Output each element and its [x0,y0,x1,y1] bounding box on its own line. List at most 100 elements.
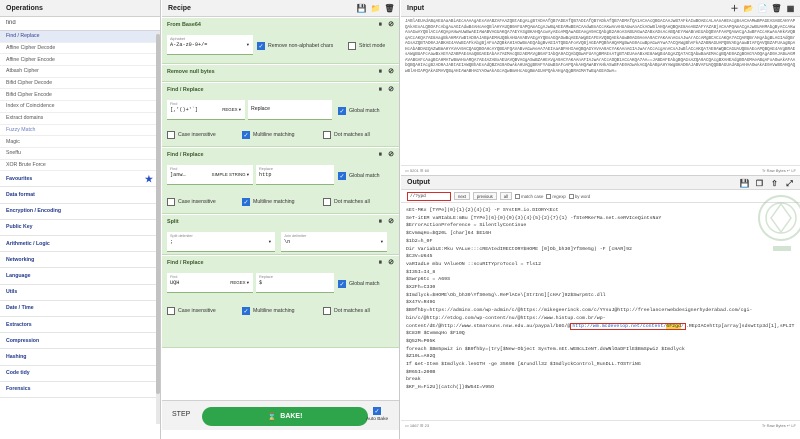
disable-icon[interactable]: ⊘ [388,21,394,28]
replace-field[interactable]: Replace [248,100,332,120]
operation-result-item[interactable]: Index of Coincidence [0,101,160,113]
save-icon[interactable]: 💾 [357,4,367,13]
category-item[interactable]: Arithmetic / Logic [0,236,160,253]
pause-icon[interactable]: ⏸ [379,86,383,93]
replace-field[interactable]: Replace http [256,165,334,185]
open-folder-icon[interactable]: 📂 [744,4,754,13]
operation-result-item[interactable]: Atbash Cipher [0,66,160,78]
layout-icon[interactable]: ▦ [786,4,795,13]
find-field[interactable]: Find [,'()+'`] REGEX ▾ [167,100,245,120]
pause-icon[interactable]: ⏸ [379,21,383,28]
join-delimiter-field[interactable]: Join delimiter \n ▾ [281,232,387,252]
disable-icon[interactable]: ⊘ [388,151,394,158]
global-match-checkbox[interactable]: ✓ Global match [338,172,380,180]
case-insensitive-checkbox[interactable]: Case insensitive [167,307,216,315]
pause-icon[interactable]: ⏸ [379,259,383,266]
operations-search[interactable] [0,17,160,31]
replace-field[interactable]: Replace $ [256,273,334,293]
auto-bake-checkbox[interactable]: ✓ Auto Bake [366,407,388,422]
output-line: SeT-itEM vaRIabLE:mBu [TYPe](6}{0}{0}{3}… [406,215,662,221]
disable-icon[interactable]: ⊘ [388,86,394,93]
global-match-checkbox[interactable]: ✓ Global match [338,107,380,115]
remove-nonalpha-checkbox[interactable]: ✓ Remove non-alphabet chars [257,42,333,50]
operation-result-item[interactable]: Find / Replace [0,31,160,43]
by-word-checkbox[interactable]: by word [568,193,590,199]
operation-result-item[interactable]: Affine Cipher Decode [0,43,160,55]
category-item[interactable]: Extractors [0,317,160,334]
recipe-op-find-replace-3[interactable]: Find / Replace ⏸ ⊘ Find UQH REGEX ▾ Repla… [162,256,399,348]
add-tab-icon[interactable]: ＋ [730,4,739,13]
category-item[interactable]: Encryption / Encoding [0,204,160,220]
input-textarea[interactable]: JABlAEUAdABqAEUAaABiAEcAAAAgAEsAVABZAFAA… [401,17,800,165]
disable-icon[interactable]: ⊘ [388,259,394,266]
category-item[interactable]: Code tidy [0,366,160,382]
pause-icon[interactable]: ⏸ [379,68,383,75]
category-item[interactable]: Public Key [0,220,160,236]
output-line: $R65I=200B [406,369,436,375]
pause-icon[interactable]: ⏸ [379,218,383,225]
recipe-op-remove-null[interactable]: Remove null bytes ⏸ ⊘ [162,65,399,82]
category-item[interactable]: Data format [0,187,160,204]
case-insensitive-checkbox[interactable]: Case insensitive [167,131,216,139]
operation-result-item[interactable]: XOR Brute Force [0,160,160,172]
category-item[interactable]: Compression [0,333,160,350]
folder-icon[interactable]: 📁 [371,4,381,13]
category-item[interactable]: Networking [0,252,160,269]
operation-result-item[interactable]: Sneffu [0,148,160,160]
global-match-checkbox[interactable]: ✓ Global match [338,280,380,288]
disable-icon[interactable]: ⊘ [388,68,394,75]
dotall-checkbox[interactable]: Dot matches all [323,307,370,315]
category-item[interactable]: Forensics [0,382,160,398]
find-all-button[interactable]: all [499,192,512,200]
bake-button[interactable]: ⌛ BAKE! [202,407,368,426]
operations-header: Operations [0,0,160,17]
category-item[interactable]: Date / Time [0,301,160,317]
find-prev-button[interactable]: previous [472,192,497,200]
operation-result-item[interactable]: Bifid Cipher Decode [0,78,160,90]
trash-icon[interactable]: 🗑 [384,4,394,13]
chef-hat-icon: ⌛ [267,413,277,421]
operation-result-item[interactable]: Fuzzy Match [0,125,160,137]
trash-icon[interactable]: 🗑 [771,4,781,13]
operation-result-item[interactable]: Magic [0,136,160,148]
category-item[interactable]: Language [0,268,160,285]
open-file-icon[interactable]: 📄 [758,4,768,13]
find-input[interactable]: //?ypd [407,191,451,201]
category-item[interactable]: Hashing [0,349,160,366]
operation-result-item[interactable]: Bifid Cipher Encode [0,89,160,102]
multiline-checkbox[interactable]: ✓ Multiline matching [242,198,295,206]
operation-result-item[interactable]: Affine Cipher Encode [0,54,160,67]
find-field[interactable]: Find UQH REGEX ▾ [167,273,253,293]
recipe-op-from-base64[interactable]: From Base64 ⏸ ⊘ Alphabet A-Za-z0-9+/= ▾ ✓… [162,18,399,64]
recipe-op-split[interactable]: Split ⏸ ⊘ Split delimiter ; ▾ Join delimi… [162,215,399,255]
operations-scrollbar[interactable] [156,32,160,424]
regexp-checkbox[interactable]: regexp [546,193,566,199]
output-line: $Imdlyck=$HOME\Ob_bh30\YfS0e5g\.RePlACe\… [406,292,606,298]
save-icon[interactable]: 💾 [740,179,750,188]
dotall-checkbox[interactable]: Dot matches all [323,198,370,206]
find-next-button[interactable]: next [454,192,470,200]
operation-result-item[interactable]: Extract domains [0,113,160,125]
dotall-checkbox[interactable]: Dot matches all [323,131,370,139]
multiline-checkbox[interactable]: ✓ Multiline matching [242,307,295,315]
alphabet-select[interactable]: Alphabet A-Za-z0-9+/= ▾ [167,35,253,55]
category-item[interactable]: Favourites ★ [0,171,160,188]
star-icon[interactable]: ★ [145,174,153,185]
multiline-checkbox[interactable]: ✓ Multiline matching [242,131,295,139]
recipe-op-find-replace-2[interactable]: Find / Replace ⏸ ⊘ Find ]anw… SIMPLE STRI… [162,148,399,214]
case-insensitive-checkbox[interactable]: Case insensitive [167,198,216,206]
output-find-bar: //?ypd next previous all match case rege… [401,190,800,203]
output-line: $Swrp6tc = A69S [406,277,451,283]
output-line: If &et-Item $Imdlyck.lenGTH -ge 35698 [&… [406,362,641,368]
disable-icon[interactable]: ⊘ [388,218,394,225]
find-field[interactable]: Find ]anw… SIMPLE STRING ▾ [167,165,253,185]
recipe-op-find-replace-1[interactable]: Find / Replace ⏸ ⊘ Find [,'()+'`] REGEX ▾… [162,83,399,147]
split-delimiter-field[interactable]: Split delimiter ; ▾ [167,232,275,252]
match-case-checkbox[interactable]: match case [514,193,543,199]
strict-mode-checkbox[interactable]: Strict mode [348,42,385,50]
category-item[interactable]: Utils [0,285,160,301]
operations-search-input[interactable] [6,20,154,26]
pause-icon[interactable]: ⏸ [379,151,383,158]
step-button[interactable]: STEP [172,411,190,418]
output-textarea[interactable]: sEt-MKx [TYPe](0}{1}{2}{4}{3} -F SYstEM.… [401,203,800,418]
